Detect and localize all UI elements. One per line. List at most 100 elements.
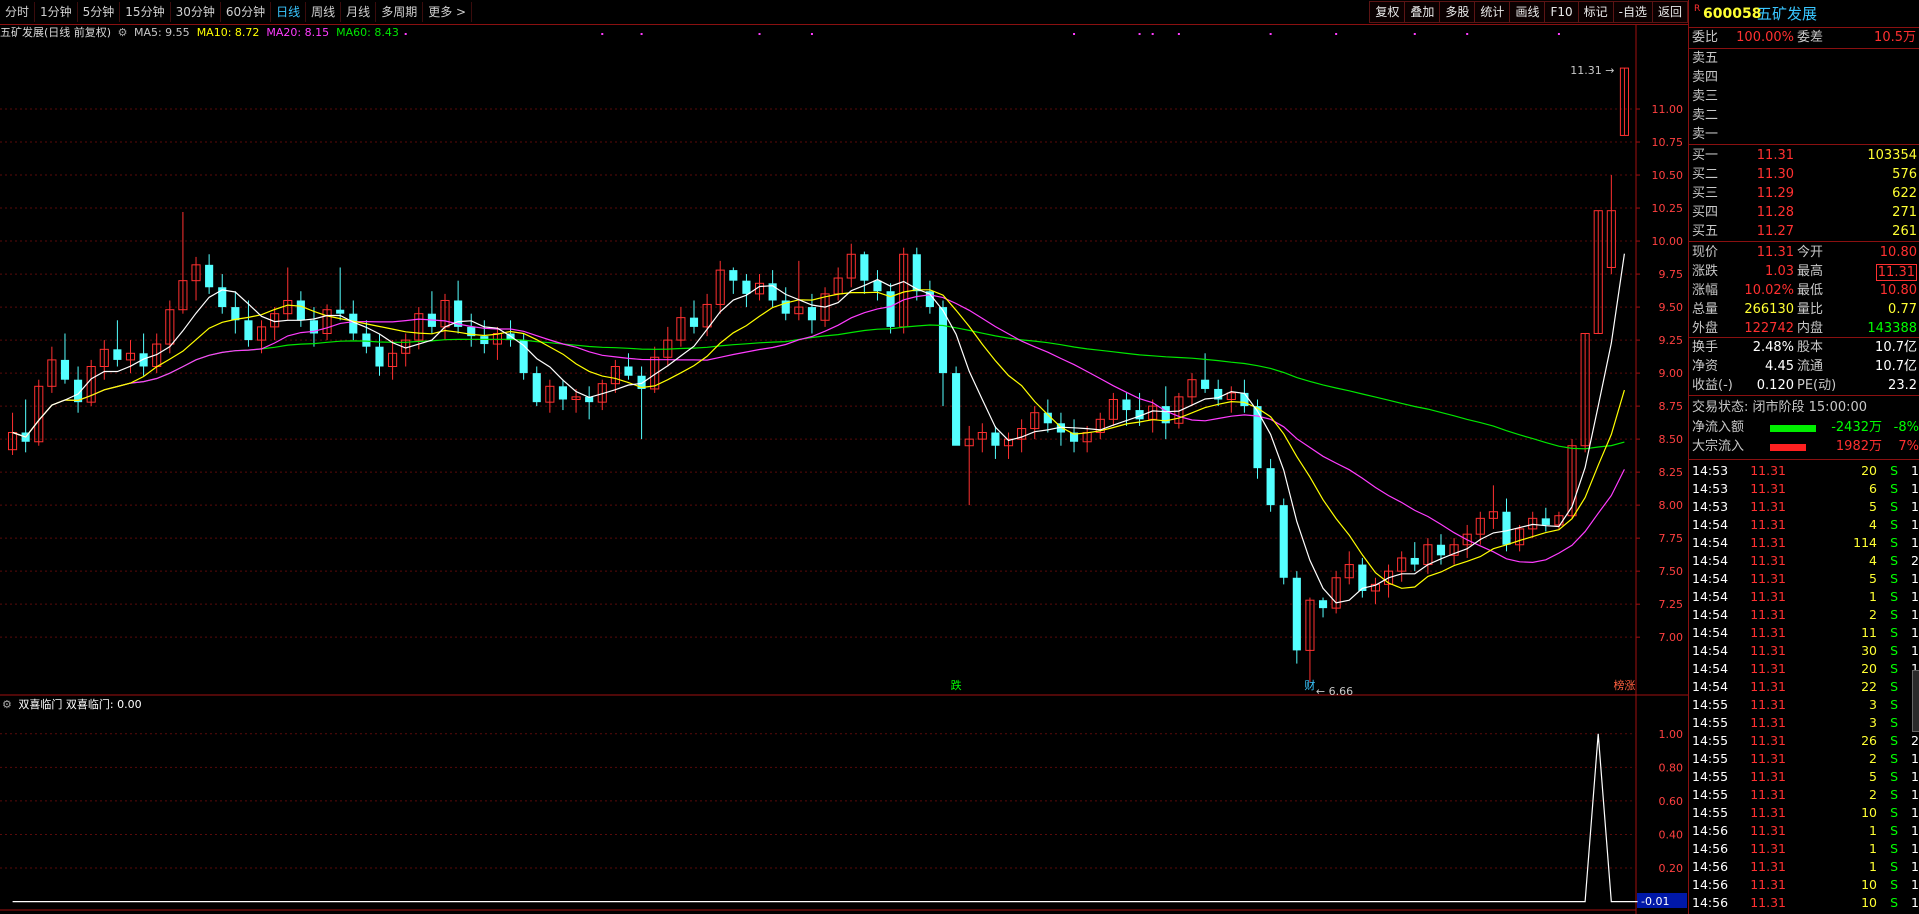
period-tab[interactable]: 更多 > [423,2,473,22]
weibi-label: 委比 [1692,30,1719,45]
candle-body [60,359,70,380]
buy-level-label: 买一 [1692,148,1719,163]
indicator-value: 双喜临门: 0.00 [65,698,142,711]
stat-label: 净资 [1692,359,1719,374]
tick-row: 14:54 11.31 1 S 1 [1689,588,1919,606]
tick-side: S [1890,589,1898,604]
toolbar-button[interactable]: 复权 [1369,1,1406,23]
price-tick-label: 10.00 [1652,235,1684,248]
buy-row: 买五 11.27 261 [1689,223,1919,241]
toolbar-button[interactable]: 画线 [1509,1,1546,23]
stat-label: 流通 [1797,359,1824,374]
tick-side: S [1890,643,1898,658]
tick-side: S [1890,787,1898,802]
tick-volume: 2 [1869,787,1877,802]
tick-volume: 3 [1869,697,1877,712]
quote-label: 现价 [1692,245,1719,260]
tick-side: S [1890,859,1898,874]
tick-row: 14:54 11.31 2 S 1 [1689,606,1919,624]
quote-value: 10.02% [1744,283,1794,298]
divider [1689,337,1919,338]
toolbar-button[interactable]: 多股 [1439,1,1476,23]
tick-side: S [1890,715,1898,730]
block-bar [1770,444,1806,451]
price-tick-label: 8.25 [1659,466,1684,479]
tick-count: 1 [1911,481,1919,496]
sell-row: 卖二 [1689,107,1919,125]
tick-side: S [1890,823,1898,838]
chart-title: 五矿发展(日线 前复权) [0,26,112,39]
quote-label: 量比 [1797,302,1824,317]
buy-price: 11.29 [1756,186,1794,201]
price-tick-label: 8.00 [1659,499,1684,512]
indicator-tick-label: 0.20 [1659,862,1684,875]
stat-value: 2.48% [1752,340,1794,355]
toolbar-button[interactable]: F10 [1544,1,1579,23]
period-tab[interactable]: 多周期 [376,2,424,22]
candle-body [912,254,921,292]
signal-dot [1177,33,1180,35]
weicha-label: 委差 [1797,30,1824,45]
divider [1689,459,1919,460]
period-tab[interactable]: 周线 [306,2,342,22]
stat-value: 4.45 [1765,359,1794,374]
period-tab[interactable]: 1分钟 [35,2,78,22]
stat-value: 0.120 [1756,378,1794,393]
tick-side: S [1890,733,1898,748]
toolbar-button[interactable]: 统计 [1474,1,1511,23]
tick-time: 14:55 [1692,715,1729,730]
netflow-value: -2432万 [1831,420,1882,435]
candle-body [296,300,305,321]
tick-count: 1 [1911,805,1919,820]
stat-label: 换手 [1692,340,1719,355]
period-tab[interactable]: 30分钟 [171,2,221,22]
signal-dot [1138,33,1141,35]
tick-side: S [1890,805,1898,820]
toolbar-button[interactable]: -自选 [1612,1,1653,23]
sell-level-label: 卖四 [1692,70,1719,85]
candle-body [1279,505,1288,578]
tick-row: 14:56 11.31 10 S 1 [1689,876,1919,894]
period-tab[interactable]: 日线 [271,2,307,22]
tick-row: 14:56 11.31 1 S 1 [1689,840,1919,858]
weibi-value: 100.00% [1736,30,1794,45]
tick-volume: 1 [1869,841,1877,856]
toolbar-button[interactable]: 标记 [1577,1,1614,23]
tick-count: 2 [1911,553,1919,568]
signal-dot [640,33,643,35]
ma60-label: MA60: 8.43 [336,26,399,39]
price-tick-label: 9.75 [1659,268,1684,281]
tick-volume: 10 [1861,895,1877,910]
candle-body [205,264,214,288]
tick-price: 11.31 [1750,877,1786,892]
period-tab[interactable]: 60分钟 [221,2,272,22]
settings-icon[interactable]: ⚙ [118,26,128,39]
candle-body [480,336,489,345]
indicator-tick-label: 0.60 [1659,795,1684,808]
period-tab[interactable]: 15分钟 [120,2,171,22]
tick-price: 11.31 [1750,697,1786,712]
divider [1689,241,1919,242]
stat-value: 10.7亿 [1875,359,1917,374]
chart-header: 五矿发展(日线 前复权) ⚙ MA5: 9.55 MA10: 8.72 MA20… [0,25,399,41]
tick-row: 14:54 11.31 30 S 1 [1689,642,1919,660]
period-tab[interactable]: 5分钟 [78,2,121,22]
kline-chart[interactable]: 7.00 7.25 7.50 7.75 8.00 8.25 8.50 8.75 9.00 9.25… [0,25,1688,914]
tick-price: 11.31 [1750,679,1786,694]
tick-row: 14:53 11.31 5 S 1 [1689,498,1919,516]
stat-value: 10.7亿 [1875,340,1917,355]
tick-scrollbar[interactable] [1912,670,1919,732]
period-tab[interactable]: 分时 [0,2,36,22]
tick-row: 14:56 11.31 10 S 1 [1689,894,1919,912]
tick-time: 14:53 [1692,499,1729,514]
price-tick-label: 10.25 [1652,202,1684,215]
toolbar-button[interactable]: 返回 [1651,1,1688,23]
tick-side: S [1890,535,1898,550]
price-tick-label: 11.00 [1652,103,1684,116]
buy-volume: 622 [1892,186,1917,201]
indicator-settings-icon[interactable]: ⚙ [2,698,12,711]
tick-time: 14:55 [1692,805,1729,820]
quote-value: 0.77 [1888,302,1917,317]
period-tab[interactable]: 月线 [341,2,377,22]
toolbar-button[interactable]: 叠加 [1404,1,1441,23]
